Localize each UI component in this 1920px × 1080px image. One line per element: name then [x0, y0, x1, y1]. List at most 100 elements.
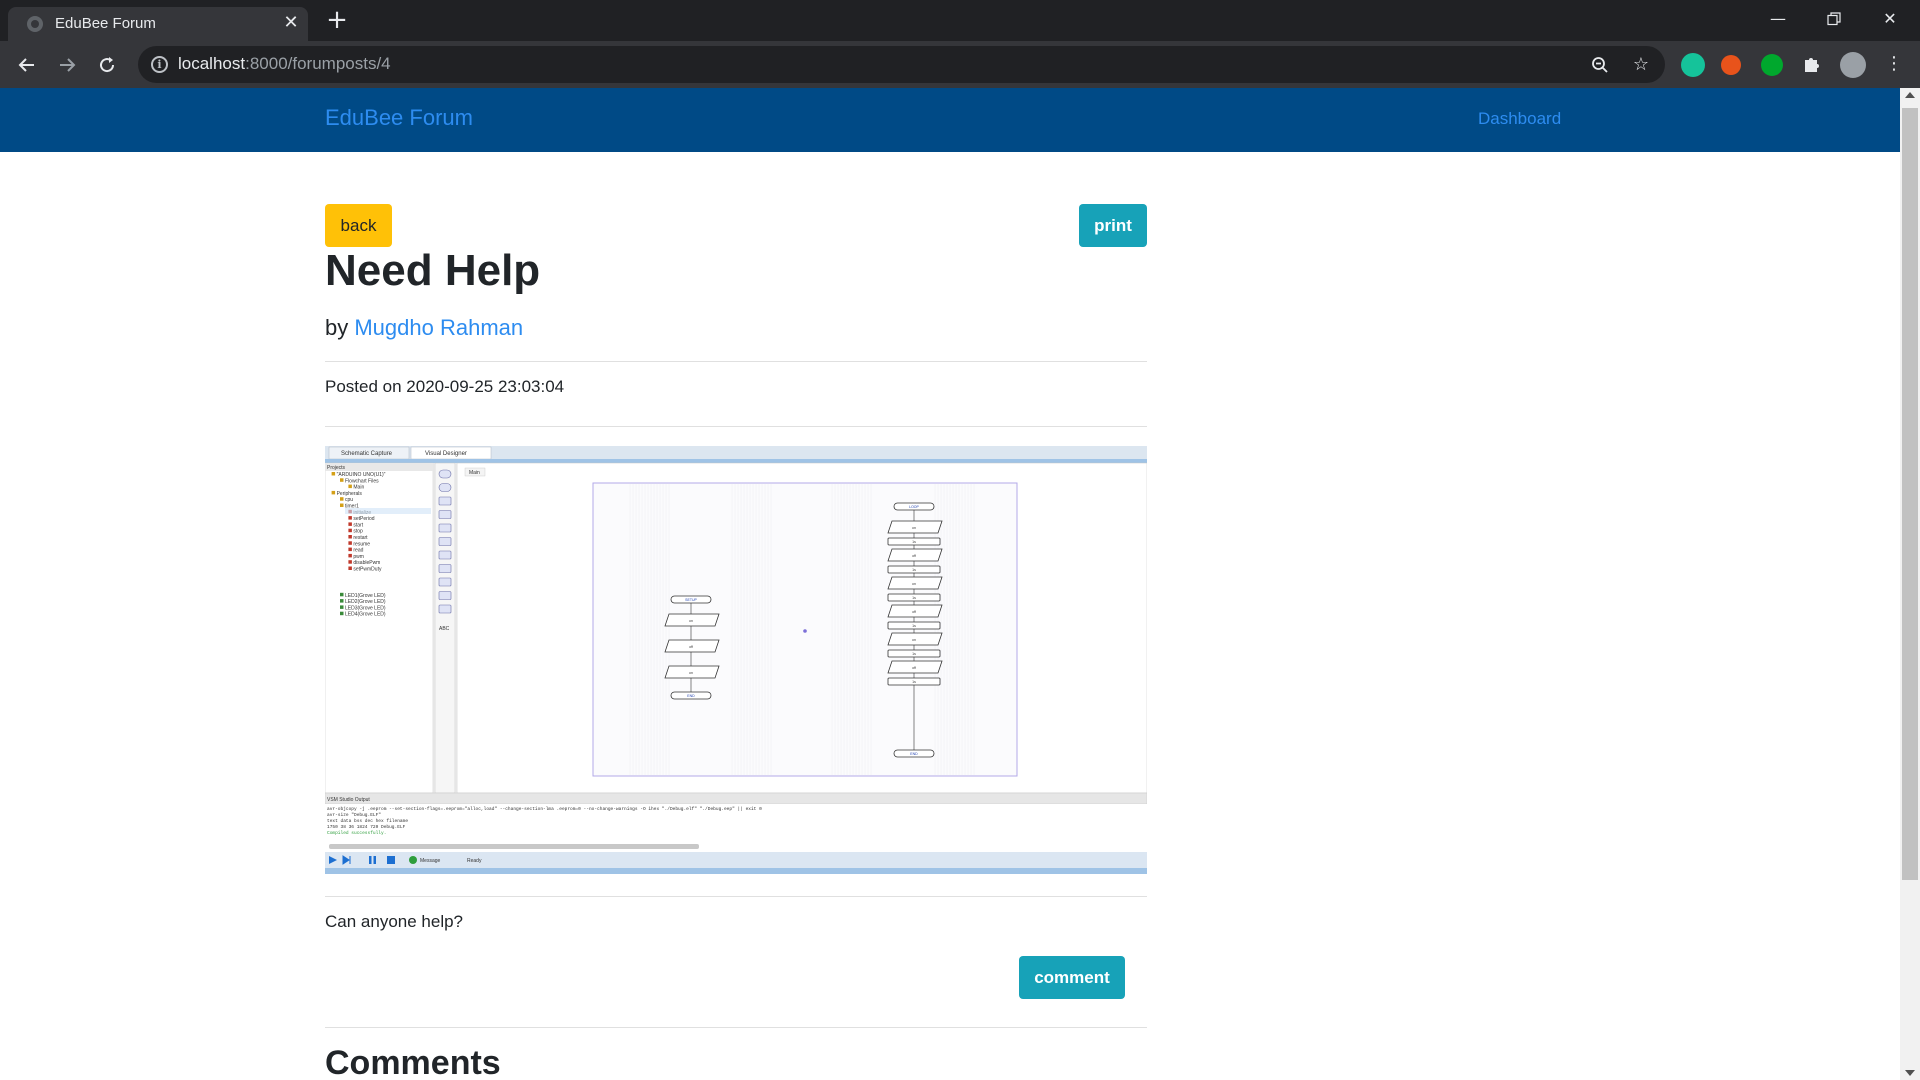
attachment-tree-item: Peripherals	[337, 491, 363, 497]
print-button[interactable]: print	[1079, 204, 1147, 247]
extensions-puzzle-icon[interactable]	[1799, 51, 1825, 77]
attachment-terminal-label: END	[687, 694, 695, 698]
minimize-button[interactable]: —	[1758, 6, 1798, 32]
author-link[interactable]: Mugdho Rahman	[354, 315, 523, 340]
back-arrow-icon[interactable]	[12, 50, 42, 80]
browser-toolbar: i localhost:8000/forumposts/4 ☆ ⋮	[0, 41, 1920, 88]
attachment-tree-item: LED3(Grove LED)	[345, 605, 386, 611]
back-button[interactable]: back	[325, 204, 392, 247]
attachment-io-label: off	[912, 666, 916, 670]
attachment-tool-shape	[438, 523, 452, 533]
attachment-io-label: off	[912, 610, 916, 614]
attachment-io-label: on	[912, 582, 916, 586]
attachment-tree-item: cpu	[345, 497, 353, 503]
attachment-tree-item: Flowchart Files	[345, 478, 379, 484]
attachment-tree-icon	[348, 566, 352, 570]
dashboard-link[interactable]: Dashboard	[1478, 109, 1561, 129]
attachment-tree-icon	[340, 605, 344, 609]
attachment-tree-icon	[340, 611, 344, 616]
globe-icon	[27, 16, 43, 32]
attachment-delay-label: 1s	[912, 680, 916, 684]
attachment-output-line: 1750 38 36 1824 720 Debug.ELF	[327, 824, 406, 830]
attachment-tree-icon	[331, 490, 336, 495]
attachment-status-ready: Ready	[467, 858, 482, 864]
divider	[325, 426, 1147, 427]
browser-tab-strip: EduBee Forum ✕ + — ✕	[0, 0, 1920, 41]
attachment-tool-shape	[438, 591, 452, 600]
forward-arrow-icon[interactable]	[52, 50, 82, 80]
kebab-menu-icon[interactable]: ⋮	[1881, 51, 1907, 77]
page-viewport: EduBee Forum Dashboard back print Need H…	[0, 88, 1900, 1080]
attachment-tree-item: restart	[353, 535, 368, 541]
site-navbar: EduBee Forum Dashboard	[0, 88, 1900, 152]
divider	[325, 1027, 1147, 1028]
scroll-up-icon[interactable]	[1905, 92, 1915, 98]
attachment-terminal-label: END	[910, 752, 918, 756]
scroll-down-icon[interactable]	[1905, 1070, 1915, 1076]
post-title: Need Help	[325, 246, 541, 295]
attachment-tree-icon	[340, 503, 344, 507]
post-attachment-image: Schematic Capture Visual Designer Projec…	[325, 446, 1147, 874]
attachment-panel-title: Projects	[327, 465, 346, 471]
attachment-tree-item: disablePwm	[353, 560, 380, 566]
reload-icon[interactable]	[92, 50, 122, 80]
attachment-tool-shape	[438, 564, 452, 573]
comment-button[interactable]: comment	[1019, 956, 1125, 999]
divider	[325, 361, 1147, 362]
attachment-tree-icon	[340, 592, 344, 597]
attachment-tree-icon	[348, 547, 352, 552]
attachment-tool-shape	[438, 510, 452, 519]
attachment-output-title: VSM Studio Output	[327, 797, 370, 803]
attachment-tab-visual: Visual Designer	[425, 451, 467, 457]
scrollbar-thumb[interactable]	[1902, 108, 1918, 880]
tab-title: EduBee Forum	[55, 15, 156, 32]
attachment-tree-item: start	[353, 522, 363, 528]
extension-icon[interactable]	[1721, 55, 1741, 75]
brand-link[interactable]: EduBee Forum	[325, 105, 473, 131]
bookmark-star-icon[interactable]: ☆	[1628, 52, 1654, 78]
attachment-tree-item: LED1(Grove LED)	[345, 593, 386, 599]
attachment-tree-item: LED2(Grove LED)	[345, 599, 386, 605]
attachment-tree-item: pwm	[353, 554, 364, 560]
attachment-tree-icon	[340, 497, 344, 501]
attachment-delay-label: 1s	[912, 624, 916, 628]
attachment-tree-icon	[348, 541, 352, 545]
attachment-io-label: on	[689, 619, 693, 623]
attachment-terminal-label: SETUP	[685, 598, 697, 602]
attachment-tool-shape	[438, 496, 452, 506]
attachment-tree-item: setPwmDuty	[353, 567, 382, 573]
attachment-tree-icon	[348, 528, 352, 533]
address-bar[interactable]: i localhost:8000/forumposts/4 ☆	[138, 46, 1665, 83]
page-scrollbar[interactable]	[1900, 88, 1920, 1080]
attachment-terminal-label: LOOP	[909, 505, 919, 509]
attachment-io-label: off	[912, 554, 916, 558]
evernote-icon[interactable]	[1761, 54, 1783, 76]
attachment-tree-item: read	[353, 548, 363, 554]
attachment-io-label: on	[912, 638, 916, 642]
attachment-tree-selection	[345, 508, 431, 514]
close-tab-icon[interactable]: ✕	[280, 12, 302, 34]
profile-avatar[interactable]	[1840, 52, 1866, 78]
attachment-io-label: on	[689, 671, 693, 675]
attachment-tree-icon	[348, 516, 352, 520]
zoom-icon[interactable]	[1587, 52, 1613, 78]
browser-tab[interactable]: EduBee Forum ✕	[8, 7, 308, 41]
restore-button[interactable]	[1814, 6, 1854, 32]
attachment-tool-abc: ABC	[439, 626, 450, 632]
attachment-io-label: on	[912, 526, 916, 530]
attachment-delay-label: 1s	[912, 652, 916, 656]
close-window-button[interactable]: ✕	[1870, 6, 1910, 32]
divider	[325, 896, 1147, 897]
attachment-tree-item: "ARDUINO UNO(U1)"	[337, 472, 386, 478]
grammarly-icon[interactable]	[1681, 53, 1705, 77]
attachment-tree-icon	[348, 553, 352, 558]
attachment-tool-shape	[438, 604, 452, 614]
new-tab-button[interactable]: +	[324, 7, 350, 34]
attachment-tree-icon	[340, 478, 344, 482]
post-body: Can anyone help?	[325, 912, 464, 931]
posted-date: Posted on 2020-09-25 23:03:04	[325, 377, 565, 396]
attachment-tree-icon	[340, 599, 344, 603]
info-icon[interactable]: i	[151, 56, 168, 73]
url-text: localhost:8000/forumposts/4	[178, 54, 391, 73]
post-byline: by Mugdho Rahman	[325, 315, 523, 341]
